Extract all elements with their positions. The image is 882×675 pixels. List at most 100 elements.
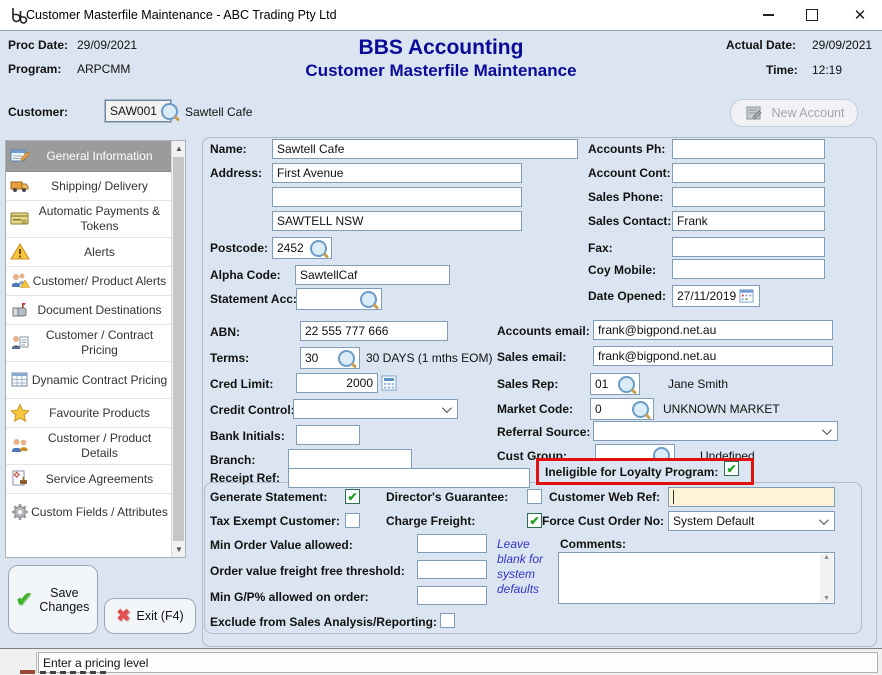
abn-field[interactable]: 22 555 777 666 [300,321,448,341]
name-field[interactable]: Sawtell Cafe [272,139,578,159]
sales-rep-magnifier-icon[interactable] [618,376,635,393]
customer-web-ref-field[interactable] [668,487,835,507]
sidebar-item-general-information[interactable]: General Information [6,141,171,172]
calculator-icon[interactable] [381,375,397,391]
accounts-email-field[interactable]: frank@bigpond.net.au [593,320,833,340]
tax-exempt-label: Tax Exempt Customer: [210,514,340,528]
charge-freight-checkbox[interactable] [527,513,542,528]
scroll-up-icon[interactable]: ▲ [172,141,186,156]
market-code-magnifier-icon[interactable] [632,401,649,418]
save-check-icon: ✔ [16,587,33,612]
bank-initials-field[interactable] [296,425,360,445]
address-line3-field[interactable]: SAWTELL NSW [272,211,522,231]
comments-scroll-down-icon[interactable]: ▼ [823,595,830,602]
alpha-code-field[interactable]: SawtellCaf [295,265,450,285]
sales-phone-field[interactable] [672,187,825,207]
exclude-sales-checkbox[interactable] [440,613,455,628]
sales-contact-label: Sales Contact: [588,214,671,228]
sales-email-field[interactable]: frank@bigpond.net.au [593,346,833,366]
customer-lookup-magnifier-icon[interactable] [161,103,178,120]
min-order-value-field[interactable] [417,534,487,553]
sidebar-item-custom-fields[interactable]: Custom Fields / Attributes [6,494,171,530]
directors-guarantee-checkbox[interactable] [527,489,542,504]
statement-acc-field[interactable] [296,288,382,310]
comments-textarea[interactable]: ▲ ▼ [558,552,835,604]
exit-button[interactable]: ✖ Exit (F4) [104,598,196,634]
save-changes-label: Save Changes [38,586,90,614]
force-cust-order-dropdown[interactable]: System Default [668,511,835,531]
customer-code-field[interactable]: SAW001 [105,100,171,122]
credit-control-label: Credit Control: [210,403,295,417]
coy-mobile-field[interactable] [672,259,825,279]
referral-source-dropdown[interactable] [593,421,838,441]
app-logo-icon [10,6,28,24]
address-line1-field[interactable]: First Avenue [272,163,522,183]
sidebar-item-alerts[interactable]: Alerts [6,238,171,267]
comments-scrollbar[interactable]: ▲ ▼ [820,554,833,602]
sidebar-item-customer-contract-pricing[interactable]: Customer / Contract Pricing [6,325,171,362]
star-icon [10,403,30,423]
sidebar-nav: General Information Shipping/ Delivery A… [5,140,186,558]
freight-free-threshold-field[interactable] [417,560,487,579]
scroll-down-icon[interactable]: ▼ [172,542,186,557]
sidebar-item-document-destinations[interactable]: Document Destinations [6,296,171,325]
mailbox-icon [10,300,30,320]
new-account-label: New Account [772,106,845,120]
sidebar-item-shipping-delivery[interactable]: Shipping/ Delivery [6,172,171,201]
gear-icon [10,502,30,522]
charge-freight-label: Charge Freight: [386,514,475,528]
close-button[interactable]: ✕ [838,0,882,30]
tax-exempt-checkbox[interactable] [345,513,360,528]
postcode-field[interactable]: 2452 [272,237,332,259]
sales-email-label: Sales email: [497,350,566,364]
customer-web-ref-label: Customer Web Ref: [549,490,660,504]
min-gp-field[interactable] [417,586,487,605]
credit-control-dropdown[interactable] [293,399,458,419]
cred-limit-label: Cred Limit: [210,377,273,391]
minimize-button[interactable] [746,0,790,30]
accounts-ph-field[interactable] [672,139,825,159]
cred-limit-field[interactable]: 2000 [296,373,378,393]
loyalty-highlight-box: Ineligible for Loyalty Program: [536,458,754,485]
time-label: Time: [766,63,798,77]
terms-magnifier-icon[interactable] [338,350,355,367]
save-changes-button[interactable]: ✔ Save Changes [8,565,98,634]
address-line2-field[interactable] [272,187,522,207]
receipt-ref-field[interactable] [288,468,530,488]
alpha-code-label: Alpha Code: [210,268,281,282]
customer-code-value: SAW001 [110,104,157,118]
new-account-button[interactable]: New Account [730,99,858,127]
sales-rep-field[interactable]: 01 [590,373,640,395]
sidebar-item-customer-product-alerts[interactable]: Customer/ Product Alerts [6,267,171,296]
sidebar-item-automatic-payments[interactable]: Automatic Payments & Tokens [6,201,171,238]
date-opened-field[interactable]: 27/11/2019 [672,285,760,307]
market-code-field[interactable]: 0 [590,398,654,420]
account-cont-field[interactable] [672,163,825,183]
sidebar-item-dynamic-contract-pricing[interactable]: Dynamic Contract Pricing [6,362,171,399]
maximize-button[interactable] [790,0,834,30]
calendar-icon[interactable] [739,288,755,304]
loyalty-checkbox[interactable] [724,461,739,476]
sales-phone-label: Sales Phone: [588,190,663,204]
table-icon [10,370,30,390]
customer-name: Sawtell Cafe [185,105,252,119]
branch-field[interactable] [288,449,412,469]
sidebar-item-customer-product-details[interactable]: Customer / Product Details [6,428,171,465]
scrollbar-thumb[interactable] [173,157,184,541]
abn-label: ABN: [210,325,240,339]
status-message-cell: Enter a pricing level [38,652,878,673]
fax-field[interactable] [672,237,825,257]
status-bar: Enter a pricing level [0,648,882,675]
generate-statement-checkbox[interactable] [345,489,360,504]
sidebar-item-service-agreements[interactable]: Service Agreements [6,465,171,494]
statement-acc-magnifier-icon[interactable] [360,291,377,308]
statement-acc-label: Statement Acc: [210,292,297,306]
postcode-magnifier-icon[interactable] [310,240,327,257]
customer-label: Customer: [8,105,68,119]
branch-label: Branch: [210,453,255,467]
sidebar-item-favourite-products[interactable]: Favourite Products [6,399,171,428]
terms-field[interactable]: 30 [300,347,360,369]
comments-scroll-up-icon[interactable]: ▲ [823,554,830,561]
sales-contact-field[interactable]: Frank [672,211,825,231]
sidebar-scrollbar[interactable]: ▲ ▼ [171,141,185,557]
